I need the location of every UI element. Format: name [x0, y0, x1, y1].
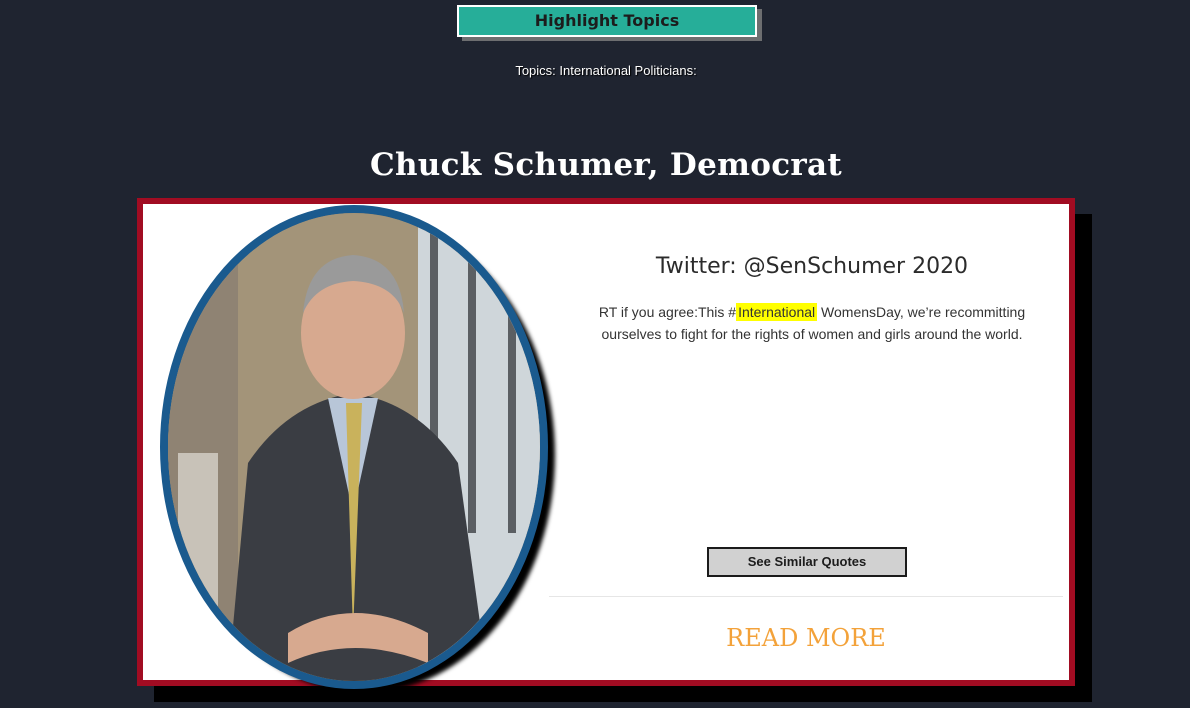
tweet-heading: Twitter: @SenSchumer 2020	[655, 254, 969, 279]
topics-line: Topics: International Politicians:	[515, 63, 697, 78]
politician-portrait	[160, 205, 548, 689]
politician-name: Chuck Schumer, Democrat	[369, 147, 843, 183]
highlighted-topic: International	[736, 303, 818, 321]
read-more-link[interactable]: READ MORE	[549, 624, 1063, 652]
tweet-text-before: RT if you agree:This #	[598, 304, 737, 320]
page: Highlight Topics Topics: International P…	[0, 0, 1190, 708]
divider	[549, 596, 1063, 597]
highlight-topics-button[interactable]: Highlight Topics	[457, 5, 757, 37]
quote-card: Twitter: @SenSchumer 2020 RT if you agre…	[137, 198, 1075, 693]
portrait-image	[168, 213, 540, 681]
tweet-text: RT if you agree:This # International Wome…	[571, 301, 1053, 345]
see-similar-quotes-button[interactable]: See Similar Quotes	[707, 547, 907, 577]
